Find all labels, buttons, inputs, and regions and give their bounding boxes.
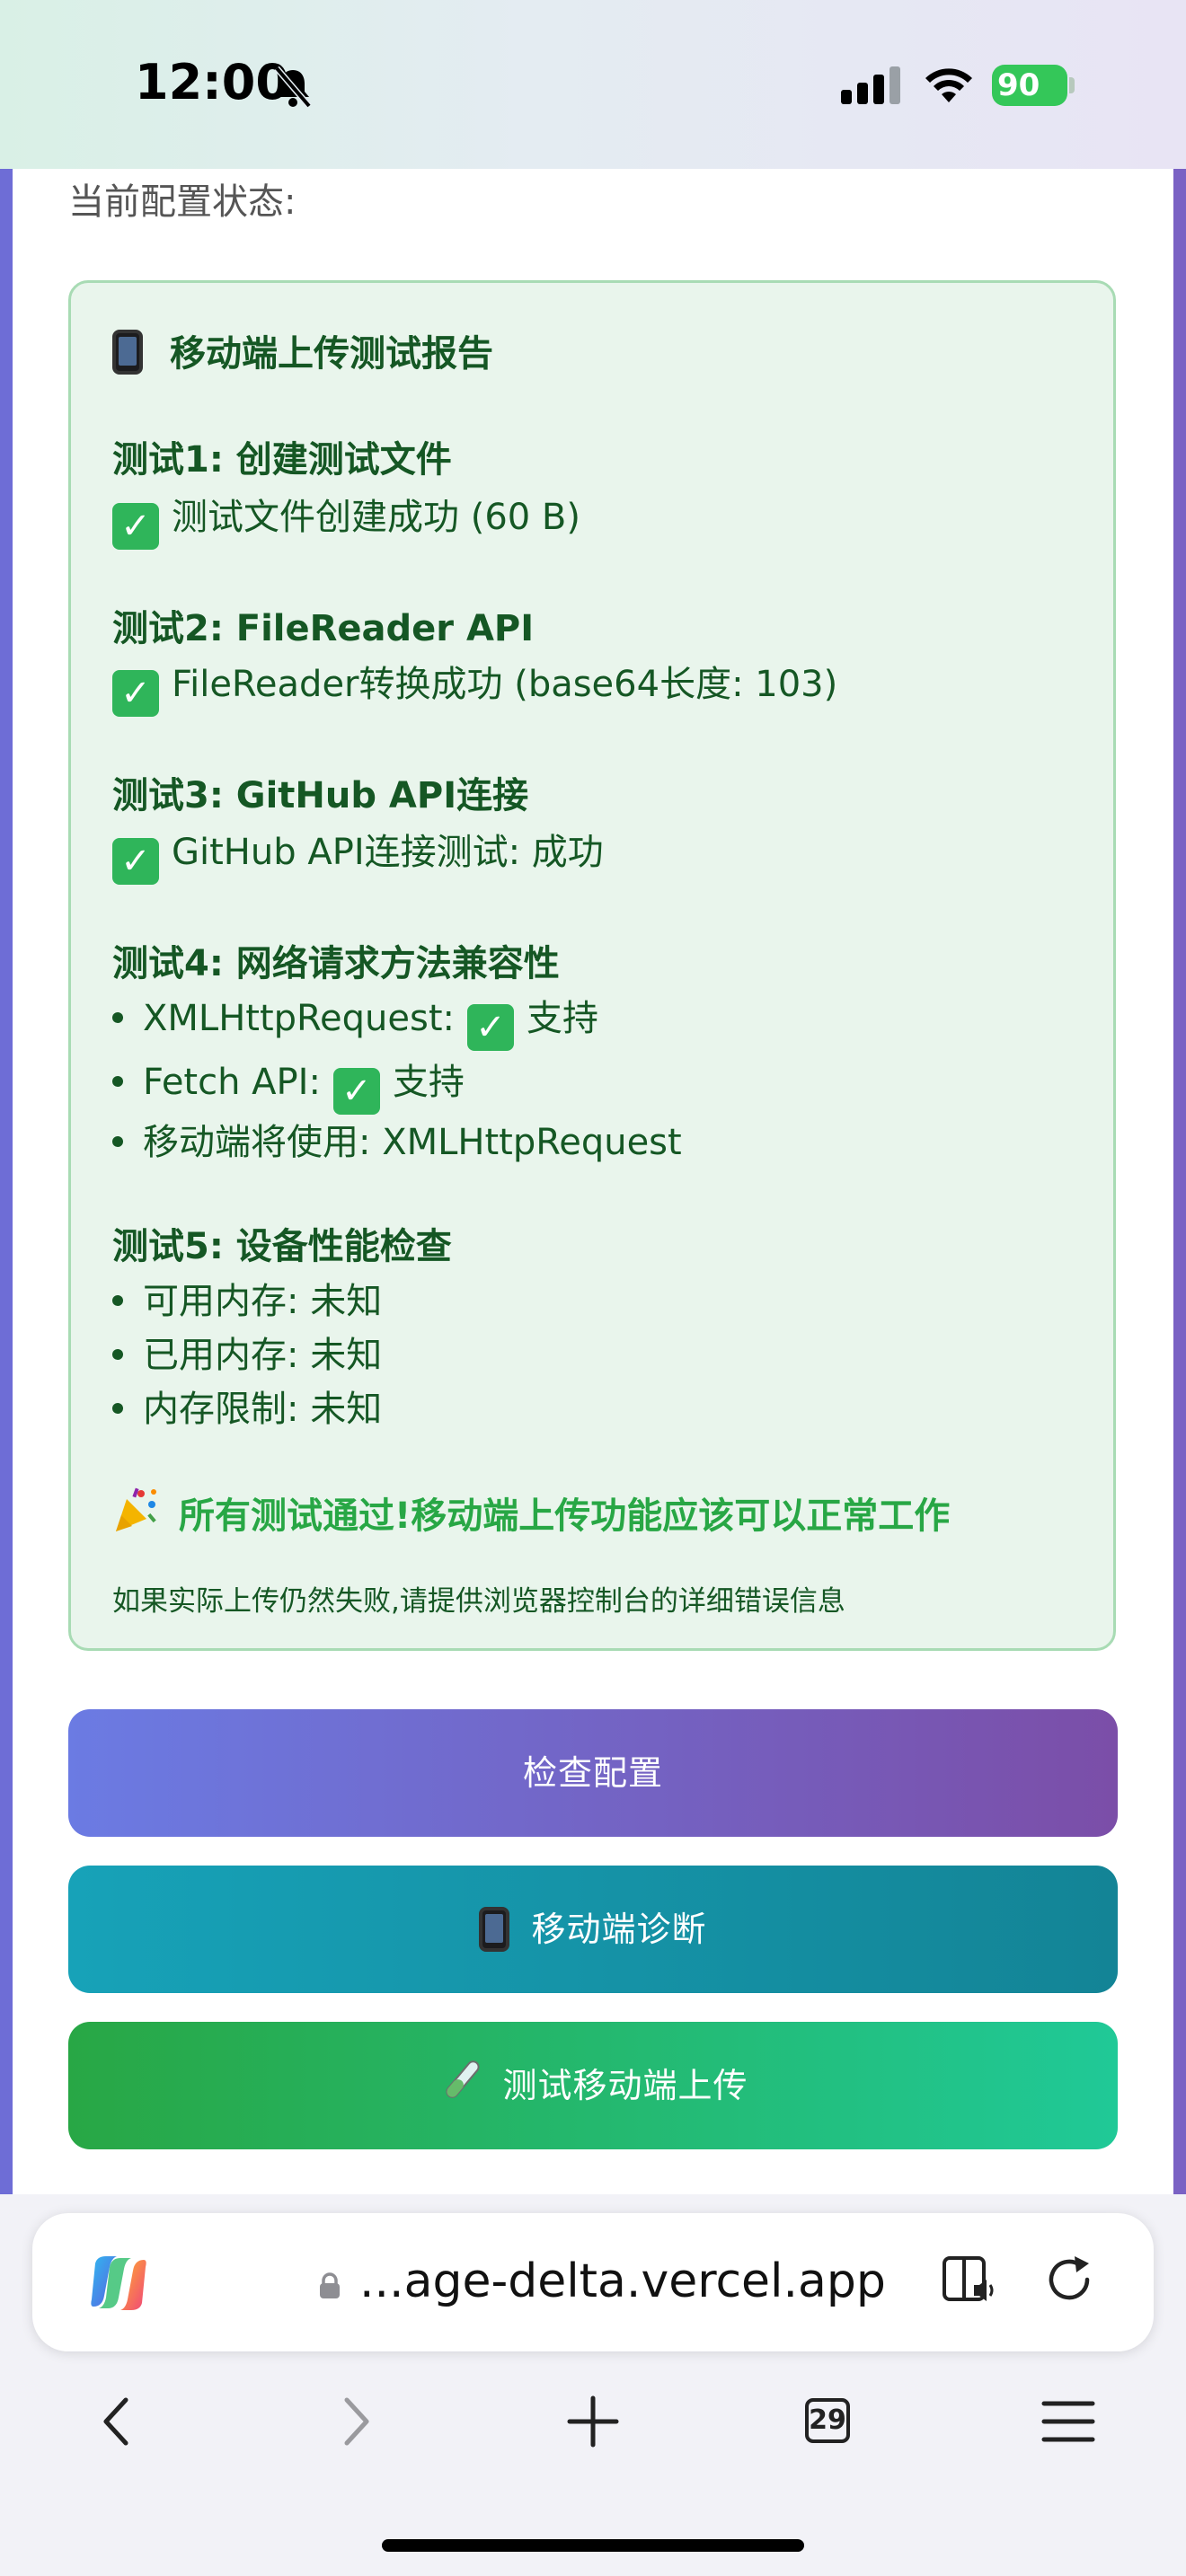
check-mark-icon: ✓ xyxy=(112,670,159,717)
check-config-button[interactable]: 检查配置 xyxy=(68,1709,1118,1837)
bullet xyxy=(112,1076,123,1087)
test5-memory-limit: 内存限制: 未知 xyxy=(112,1380,382,1432)
xhr-value: 支持 xyxy=(527,998,598,1039)
mobile-diagnose-label: 移动端诊断 xyxy=(531,1910,707,1949)
page-background-left xyxy=(0,169,13,2194)
test1-result-text: 测试文件创建成功 (60 B) xyxy=(172,497,580,538)
config-status-label: 当前配置状态: xyxy=(68,181,296,223)
copilot-icon[interactable] xyxy=(86,2251,151,2316)
fetch-value: 支持 xyxy=(392,1062,465,1103)
reload-icon[interactable] xyxy=(1040,2251,1098,2308)
bullet xyxy=(112,1349,123,1360)
check-mark-icon: ✓ xyxy=(467,1004,514,1051)
test4-mobile-method-item: 移动端将使用: XMLHttpRequest xyxy=(112,1113,682,1165)
forward-arrow-icon[interactable] xyxy=(338,2395,374,2448)
bullet xyxy=(112,1012,123,1023)
xhr-label: XMLHttpRequest: xyxy=(143,998,455,1039)
test5-heading: 测试5: 设备性能检查 xyxy=(112,1226,452,1267)
check-config-label: 检查配置 xyxy=(522,1753,663,1793)
mobile-method-text: 移动端将使用: XMLHttpRequest xyxy=(143,1122,682,1163)
reader-mode-icon[interactable] xyxy=(942,2253,999,2307)
battery-charging-icon: 90 xyxy=(992,65,1067,106)
bullet xyxy=(112,1403,123,1414)
mobile-phone-icon xyxy=(112,330,143,375)
test2-heading: 测试2: FileReader API xyxy=(112,608,535,649)
battery-cap xyxy=(1069,77,1075,93)
menu-icon[interactable] xyxy=(1040,2395,1096,2448)
check-mark-icon: ✓ xyxy=(332,1068,380,1115)
lock-icon xyxy=(320,2272,340,2298)
cellular-signal-icon xyxy=(841,66,900,104)
test5-used-memory: 已用内存: 未知 xyxy=(112,1326,382,1378)
test5-available-memory: 可用内存: 未知 xyxy=(112,1272,382,1324)
status-time: 12:00 xyxy=(135,54,289,110)
home-indicator[interactable] xyxy=(382,2539,804,2552)
success-message-text: 所有测试通过!移动端上传功能应该可以正常工作 xyxy=(179,1495,951,1537)
check-mark-icon: ✓ xyxy=(112,838,159,885)
test3-result: ✓ GitHub API连接测试: 成功 xyxy=(112,823,604,885)
page-background-right xyxy=(1173,169,1186,2194)
test3-heading: 测试3: GitHub API连接 xyxy=(112,775,529,816)
fetch-label: Fetch API: xyxy=(143,1062,321,1103)
mobile-diagnose-button[interactable]: 移动端诊断 xyxy=(68,1866,1118,1993)
test1-result: ✓ 测试文件创建成功 (60 B) xyxy=(112,488,580,550)
test4-fetch-item: Fetch API: ✓ 支持 xyxy=(112,1053,465,1115)
error-info-note: 如果实际上传仍然失败,请提供浏览器控制台的详细错误信息 xyxy=(112,1585,845,1618)
back-arrow-icon[interactable] xyxy=(99,2395,135,2448)
test-mobile-upload-button[interactable]: 测试移动端上传 xyxy=(68,2022,1118,2149)
test2-result-text: FileReader转换成功 (base64长度: 103) xyxy=(172,664,838,705)
tab-count-button[interactable]: 29 xyxy=(805,2398,850,2443)
test-mobile-upload-label: 测试移动端上传 xyxy=(502,2066,748,2105)
bell-slash-icon xyxy=(274,66,312,108)
report-title-text: 移动端上传测试报告 xyxy=(170,333,493,375)
wifi-icon xyxy=(925,68,972,102)
test2-result: ✓ FileReader转换成功 (base64长度: 103) xyxy=(112,655,837,717)
bullet xyxy=(112,1295,123,1306)
party-popper-icon xyxy=(116,1487,156,1531)
new-tab-plus-icon[interactable] xyxy=(566,2395,620,2448)
test4-xhr-item: XMLHttpRequest: ✓ 支持 xyxy=(112,989,598,1051)
test3-result-text: GitHub API连接测试: 成功 xyxy=(172,832,604,873)
success-message: 所有测试通过!移动端上传功能应该可以正常工作 xyxy=(112,1486,950,1539)
used-memory-text: 已用内存: 未知 xyxy=(143,1335,383,1376)
url-text[interactable]: ...age-delta.vercel.app xyxy=(359,2254,886,2308)
memory-limit-text: 内存限制: 未知 xyxy=(143,1389,383,1430)
test-tube-icon xyxy=(446,2060,481,2098)
bullet xyxy=(112,1136,123,1147)
report-title: 移动端上传测试报告 xyxy=(112,324,493,376)
available-memory-text: 可用内存: 未知 xyxy=(143,1281,383,1322)
test-report-box: 移动端上传测试报告 测试1: 创建测试文件 ✓ 测试文件创建成功 (60 B) 测… xyxy=(68,280,1116,1651)
check-mark-icon: ✓ xyxy=(112,503,159,550)
mobile-phone-icon xyxy=(479,1907,510,1952)
test4-heading: 测试4: 网络请求方法兼容性 xyxy=(112,943,560,984)
test1-heading: 测试1: 创建测试文件 xyxy=(112,439,452,481)
